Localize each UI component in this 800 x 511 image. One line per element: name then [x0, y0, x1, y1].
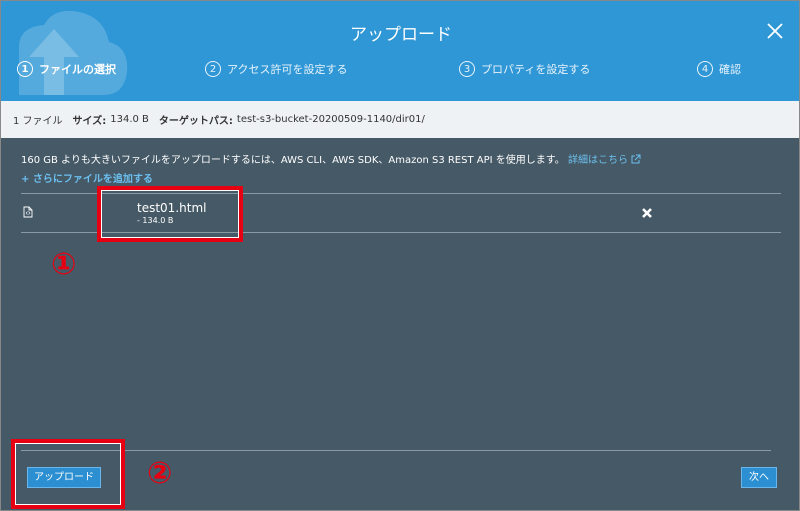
- learn-more-link[interactable]: 詳細はこちら: [567, 154, 641, 166]
- learn-more-label: 詳細はこちら: [567, 155, 628, 166]
- step-set-permissions[interactable]: 2 アクセス許可を設定する: [205, 61, 347, 77]
- wizard-steps: 1 ファイルの選択 2 アクセス許可を設定する 3 プロパティを設定する 4 確…: [1, 61, 799, 83]
- file-icon: [23, 206, 33, 218]
- large-file-notice: 160 GB よりも大きいファイルをアップロードするには、AWS CLI、AWS…: [21, 151, 641, 166]
- dialog-title: アップロード: [350, 25, 452, 45]
- footer-divider: [21, 450, 771, 451]
- file-count: 1 ファイル: [13, 116, 63, 127]
- remove-file-icon[interactable]: [641, 207, 653, 219]
- upload-dialog: アップロード 1 ファイルの選択 2 アクセス許可を設定する 3 プロパティを設…: [0, 0, 800, 511]
- plus-icon: +: [21, 174, 30, 185]
- highlight-box-file: [97, 186, 243, 242]
- annotation-number-2: ②: [147, 456, 173, 491]
- upload-summary-bar: 1 ファイル サイズ: 134.0 B ターゲットパス: test-s3-buc…: [1, 101, 799, 138]
- add-more-files-link[interactable]: + さらにファイルを追加する: [21, 170, 153, 185]
- size-label: サイズ:: [72, 116, 107, 127]
- step-label: アクセス許可を設定する: [227, 63, 348, 76]
- external-link-icon: [631, 154, 641, 164]
- step-review[interactable]: 4 確認: [697, 61, 741, 77]
- highlight-inner-border: [15, 443, 121, 505]
- next-button[interactable]: 次へ: [741, 467, 777, 488]
- step-number: 4: [697, 61, 713, 77]
- highlight-box-upload: [11, 439, 125, 509]
- step-label: 確認: [719, 63, 741, 76]
- highlight-inner-border: [101, 190, 239, 238]
- close-icon[interactable]: [765, 21, 785, 41]
- dialog-header: アップロード 1 ファイルの選択 2 アクセス許可を設定する 3 プロパティを設…: [1, 1, 799, 101]
- size-value: 134.0 B: [110, 114, 149, 125]
- step-number: 1: [17, 61, 33, 77]
- step-select-files[interactable]: 1 ファイルの選択: [17, 61, 116, 77]
- target-path-label: ターゲットパス:: [158, 116, 233, 127]
- step-label: ファイルの選択: [39, 63, 116, 76]
- step-number: 2: [205, 61, 221, 77]
- annotation-number-1: ①: [51, 247, 77, 282]
- notice-text: 160 GB よりも大きいファイルをアップロードするには、AWS CLI、AWS…: [21, 155, 565, 166]
- step-number: 3: [459, 61, 475, 77]
- step-label: プロパティを設定する: [481, 63, 591, 76]
- step-set-properties[interactable]: 3 プロパティを設定する: [459, 61, 590, 77]
- add-more-label: さらにファイルを追加する: [32, 174, 153, 185]
- target-path-value: test-s3-bucket-20200509-1140/dir01/: [236, 114, 425, 125]
